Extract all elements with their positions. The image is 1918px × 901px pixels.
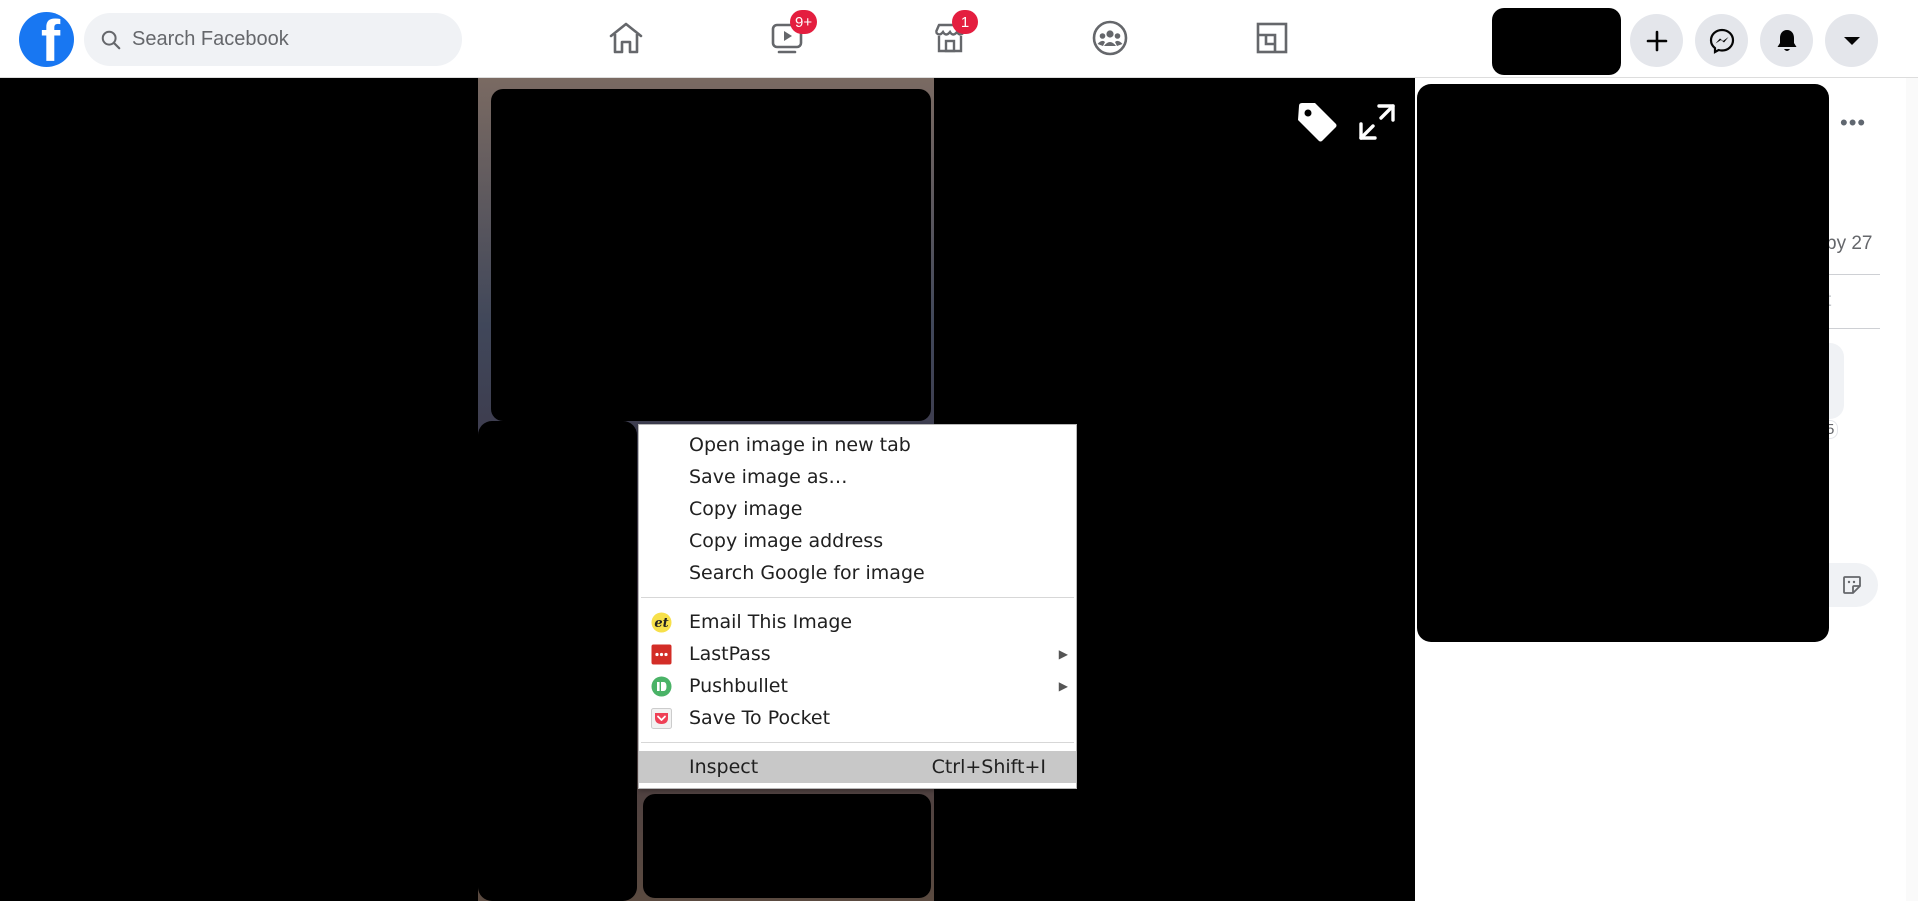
sticker-icon[interactable]: [1841, 574, 1863, 596]
search-icon: [101, 30, 121, 49]
search-bar[interactable]: [84, 13, 462, 66]
plus-icon: [1646, 30, 1667, 51]
facebook-logo-letter: f: [40, 12, 61, 68]
top-navigation-bar: f 9+ 1: [0, 0, 1918, 78]
messenger-icon: [1709, 28, 1734, 54]
home-icon: [609, 22, 643, 54]
menu-item-save-image-as[interactable]: Save image as…: [639, 461, 1076, 493]
pushbullet-icon: [651, 676, 672, 697]
marketplace-badge: 1: [952, 10, 978, 34]
redacted-region: [1417, 84, 1829, 642]
menu-item-label: Inspect: [689, 756, 759, 778]
tag-icon[interactable]: [1295, 100, 1339, 144]
menu-item-shortcut: Ctrl+Shift+I: [931, 756, 1046, 778]
lastpass-icon: [651, 644, 672, 665]
notifications-button[interactable]: [1760, 14, 1813, 67]
gaming-icon: [1256, 22, 1288, 54]
redacted-region: [478, 421, 637, 901]
submenu-arrow-icon: ▶: [1058, 679, 1068, 693]
menu-item-label: Pushbullet: [689, 675, 788, 697]
menu-item-label: Email This Image: [689, 611, 853, 633]
redacted-region: [643, 794, 931, 898]
menu-item-label: LastPass: [689, 643, 771, 665]
profile-shortcut-redacted[interactable]: [1492, 8, 1621, 75]
search-input[interactable]: [132, 28, 432, 51]
menu-item-label: Save To Pocket: [689, 707, 831, 729]
menu-item-label: Copy image address: [689, 530, 884, 552]
comment-input[interactable]: [1826, 563, 1878, 607]
messenger-button[interactable]: [1695, 14, 1748, 67]
facebook-logo[interactable]: f: [19, 12, 74, 67]
nav-watch[interactable]: 9+: [768, 10, 818, 58]
menu-separator: [641, 597, 1074, 598]
menu-item-copy-image[interactable]: Copy image: [639, 493, 1076, 525]
menu-separator: [641, 742, 1074, 743]
menu-item-inspect[interactable]: Inspect Ctrl+Shift+I: [639, 751, 1076, 783]
nav-marketplace[interactable]: 1: [930, 10, 978, 58]
submenu-arrow-icon: ▶: [1058, 647, 1068, 661]
expand-icon[interactable]: [1357, 102, 1397, 142]
groups-icon: [1092, 20, 1128, 56]
bell-icon: [1777, 29, 1796, 51]
chevron-down-icon: [1843, 36, 1860, 45]
context-menu: Open image in new tab Save image as… Cop…: [638, 424, 1077, 789]
menu-item-pushbullet[interactable]: Pushbullet ▶: [639, 670, 1076, 702]
redacted-region: [491, 89, 931, 421]
watch-badge: 9+: [790, 10, 818, 34]
svg-text:et: et: [654, 616, 668, 631]
nav-home[interactable]: [606, 18, 646, 58]
page-scrollbar[interactable]: [1906, 78, 1918, 901]
nav-gaming[interactable]: [1252, 18, 1292, 58]
menu-item-open-image-new-tab[interactable]: Open image in new tab: [639, 429, 1076, 461]
create-button[interactable]: [1630, 14, 1683, 67]
account-menu-button[interactable]: [1825, 14, 1878, 67]
menu-item-search-google-image[interactable]: Search Google for image: [639, 557, 1076, 589]
divider: [1826, 274, 1880, 275]
menu-item-email-this-image[interactable]: et Email This Image: [639, 606, 1076, 638]
menu-item-label: Search Google for image: [689, 562, 925, 584]
pocket-icon: [651, 708, 672, 729]
menu-item-label: Copy image: [689, 498, 803, 520]
menu-item-label: Save image as…: [689, 466, 848, 488]
menu-item-save-to-pocket[interactable]: Save To Pocket: [639, 702, 1076, 734]
email-this-icon: et: [651, 612, 672, 633]
menu-item-lastpass[interactable]: LastPass ▶: [639, 638, 1076, 670]
menu-item-copy-image-address[interactable]: Copy image address: [639, 525, 1076, 557]
menu-item-label: Open image in new tab: [689, 434, 911, 456]
reactions-summary-text[interactable]: by 27: [1826, 233, 1872, 255]
divider: [1826, 328, 1880, 329]
nav-groups[interactable]: [1090, 18, 1130, 58]
more-options-button[interactable]: •••: [1840, 110, 1866, 136]
